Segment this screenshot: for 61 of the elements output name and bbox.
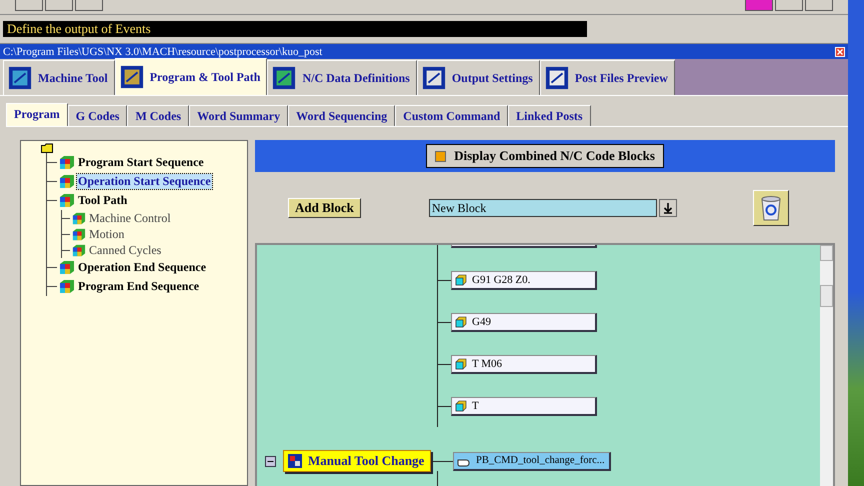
add-block-button[interactable]: Add Block: [288, 198, 361, 218]
cube-icon: [59, 279, 75, 294]
code-block[interactable]: T M06: [451, 355, 597, 374]
close-icon[interactable]: [835, 46, 845, 56]
main-tab[interactable]: N/C Data Definitions: [267, 60, 417, 95]
code-block[interactable]: G49: [451, 313, 597, 332]
sub-tab[interactable]: Custom Command: [395, 105, 508, 126]
sub-tab[interactable]: Word Summary: [189, 105, 288, 126]
sub-tab[interactable]: G Codes: [68, 105, 128, 126]
cube-icon: [455, 274, 467, 286]
cube-icon: [455, 358, 467, 370]
code-block[interactable]: T: [451, 397, 597, 416]
toolbar-button[interactable]: [775, 0, 803, 11]
cube-icon: [455, 316, 467, 328]
code-block[interactable]: G91 G28 Z0.: [451, 271, 597, 290]
event-icon: [288, 454, 302, 468]
cube-icon: [59, 174, 75, 189]
sub-tab[interactable]: Word Sequencing: [288, 105, 396, 126]
folder-icon: [41, 143, 53, 153]
tree-item[interactable]: Operation End Sequence: [77, 260, 208, 275]
tab-icon: [8, 66, 32, 90]
trash-icon: [758, 195, 783, 221]
command-block[interactable]: PB_CMD_tool_change_forc...: [453, 452, 611, 470]
cube-icon: [72, 244, 86, 256]
toolbar-button[interactable]: [15, 0, 43, 11]
block-select[interactable]: New Block: [428, 199, 657, 217]
trash-button[interactable]: [752, 190, 789, 226]
sub-tab[interactable]: Linked Posts: [508, 105, 591, 126]
tab-icon: [272, 66, 296, 90]
scrollbar[interactable]: [820, 245, 833, 486]
event-button[interactable]: Manual Tool Change: [283, 450, 431, 472]
main-tab[interactable]: Post Files Preview: [540, 60, 675, 95]
cube-icon: [72, 212, 86, 224]
tree-item[interactable]: Machine Control: [88, 210, 172, 226]
cube-icon: [455, 400, 467, 412]
sub-tab[interactable]: M Codes: [127, 105, 190, 126]
checkbox[interactable]: [435, 150, 446, 162]
cube-icon: [59, 193, 75, 208]
tree-item[interactable]: Program End Sequence: [77, 279, 200, 294]
main-tab[interactable]: Machine Tool: [3, 60, 115, 95]
cube-icon: [59, 155, 75, 170]
tree-item[interactable]: Canned Cycles: [88, 242, 162, 258]
tree-item[interactable]: Program Start Sequence: [77, 155, 205, 170]
tree-item[interactable]: Operation Start Sequence: [77, 174, 212, 189]
toolbar-button[interactable]: [45, 0, 73, 11]
tab-icon: [120, 65, 144, 89]
cube-icon: [72, 228, 86, 240]
main-tab[interactable]: Output Settings: [416, 60, 540, 95]
cube-icon: [59, 260, 75, 275]
toolbar-button[interactable]: [805, 0, 833, 11]
tab-icon: [544, 66, 569, 90]
toolbar-button[interactable]: [75, 0, 103, 11]
collapse-icon[interactable]: [265, 456, 276, 466]
status-message: Define the output of Events: [3, 21, 587, 37]
sub-tab[interactable]: Program: [6, 103, 68, 126]
window-title: C:\Program Files\UGS\NX 3.0\MACH\resource\postprocessor\kuo_post: [3, 46, 322, 58]
display-toggle[interactable]: Display Combined N/C Code Blocks: [426, 144, 664, 168]
tree-item[interactable]: Tool Path: [77, 193, 128, 208]
main-tab[interactable]: Program & Tool Path: [114, 58, 268, 95]
tab-icon: [422, 66, 446, 90]
tree-item[interactable]: Motion: [88, 226, 126, 242]
